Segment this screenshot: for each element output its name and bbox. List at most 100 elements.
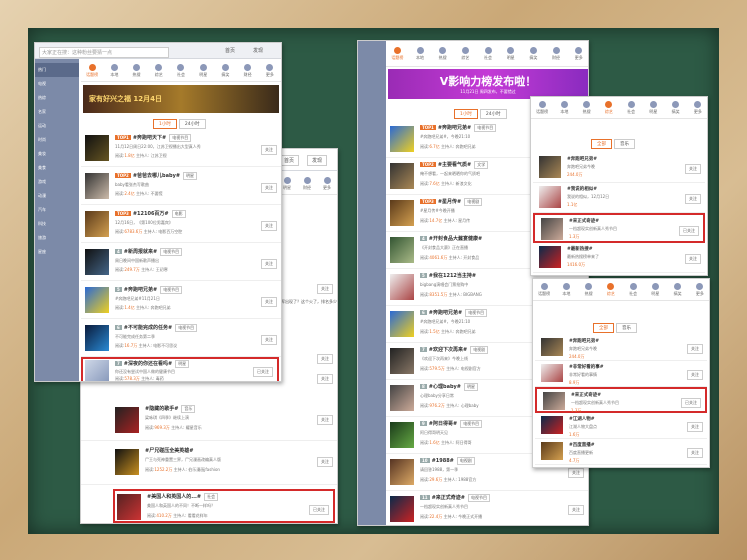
category-tab[interactable]: 本地	[555, 279, 577, 300]
category-tab[interactable]: 更多	[687, 97, 707, 118]
list-item[interactable]: TOP3 #12106百万# 电影 12月16日，《第100位男嘉宾》 阅读:678…	[81, 207, 281, 243]
follow-button[interactable]: 关注	[687, 422, 703, 432]
category-tab[interactable]: 话题榜	[531, 97, 553, 118]
tab-1-hour[interactable]: 1小时	[153, 119, 177, 129]
follow-button[interactable]: 关注	[261, 221, 277, 231]
category-tab[interactable]: 搞笑	[214, 60, 236, 81]
sidebar-item[interactable]: 游戏	[35, 175, 79, 189]
promo-banner[interactable]: 家有好兴之福 12月4日	[83, 85, 279, 113]
category-tab[interactable]: 热搜	[431, 41, 454, 66]
list-item[interactable]: 4 #新周报就来# 电视节目 周日晚间中国新歌声播出 阅读:249.7万 主持人: …	[81, 245, 281, 281]
follow-button[interactable]: 关注	[261, 259, 277, 269]
followed-button[interactable]: 已关注	[679, 226, 699, 236]
sidebar-item[interactable]: 电视	[35, 77, 79, 91]
sidebar-item[interactable]: 美食	[35, 161, 79, 175]
list-item[interactable]: #百度直播# 百度直播更新 4.7万 关注	[535, 439, 707, 465]
highlighted-list-item[interactable]: #来正式奇迹# 一档超现实创新真人秀节目 1.3万 已关注	[533, 213, 705, 243]
category-tab[interactable]: 更多	[567, 41, 588, 66]
tab-24-hours[interactable]: 24小时	[479, 109, 507, 119]
category-tab[interactable]: 搞笑	[665, 97, 687, 118]
follow-button[interactable]: 关注	[317, 415, 333, 425]
sidebar-item[interactable]: 时尚	[35, 133, 79, 147]
category-tab[interactable]: 明星	[644, 279, 666, 300]
list-item[interactable]: #非常好看的事# 非常好看的事情 8.9万 关注	[535, 361, 707, 387]
search-input[interactable]: 大家正在搜：这种粉丝要猜一点	[39, 47, 169, 58]
category-tab[interactable]: 话题榜	[386, 41, 409, 66]
followed-button[interactable]: 已关注	[681, 398, 701, 408]
follow-button[interactable]: 关注	[687, 344, 703, 354]
sidebar-item[interactable]: 美妆	[35, 147, 79, 161]
highlighted-list-item[interactable]: 7 #深夜的你还在看吗# 明星 你还没有尝试中国人做的健康节目 阅读:578.3万 …	[81, 357, 279, 381]
tab-music[interactable]: 音乐	[614, 139, 635, 149]
discover-button[interactable]: 发现	[253, 47, 263, 54]
highlighted-list-item[interactable]: #美国人和英国人的...# 社会 美国人和英国人的不同！不断一样吗？ 阅读:410…	[113, 489, 335, 523]
sidebar-item[interactable]: 名家	[35, 105, 79, 119]
category-tab[interactable]: 明星	[192, 60, 214, 81]
category-tab[interactable]: 社会	[170, 60, 192, 81]
sidebar-item[interactable]: 科技	[35, 217, 79, 231]
follow-button[interactable]: 关注	[685, 194, 701, 204]
category-tab[interactable]: 财经	[237, 60, 259, 81]
tab-1-hour[interactable]: 1小时	[454, 109, 478, 119]
follow-button[interactable]: 关注	[685, 254, 701, 264]
sidebar-item[interactable]: 汽车	[35, 203, 79, 217]
list-item[interactable]: #最新热搜# 最新热搜榜单来了 1416.0万 关注	[533, 243, 705, 273]
list-item[interactable]: #奔跑吧兄弟# 奔跑吧兄弟今晚 244.0万 关注	[535, 335, 707, 361]
list-item[interactable]: #奔跑吧兄弟# 奔跑吧兄弟今晚 244.0万 关注	[533, 153, 705, 183]
list-item[interactable]: #江湖人物# 江湖人物大盘点 1.6万 关注	[535, 413, 707, 439]
follow-button[interactable]: 关注	[261, 297, 277, 307]
category-tab[interactable]: 热搜	[576, 97, 598, 118]
list-item[interactable]: 6 #不可能完成的任务# 电视节目 不可能完成任务第二季 阅读:16.7万 主持人:…	[81, 321, 281, 357]
list-item[interactable]: #隐藏的歌手# 音乐 梁咏琪《四季》继续上演 阅读:969.3万 主持人: 耀星音…	[81, 401, 337, 441]
tab-all[interactable]: 全部	[591, 139, 612, 149]
list-item[interactable]: #我说的相似# 我说的相似，12月12日 1.1亿 关注	[533, 183, 705, 213]
followed-button[interactable]: 已关注	[253, 367, 273, 377]
category-tab[interactable]: 热搜	[578, 279, 600, 300]
follow-button[interactable]: 关注	[687, 370, 703, 380]
tab-music[interactable]: 音乐	[616, 323, 637, 333]
category-tab[interactable]: 搞笑	[522, 41, 545, 66]
category-tab[interactable]: 社会	[477, 41, 500, 66]
follow-button[interactable]: 关注	[317, 374, 333, 384]
list-item[interactable]: TOP2 #爸爸去哪儿baby# 明星 baby看张杰写歌曲 阅读:2.4亿 主持人…	[81, 169, 281, 205]
category-tab[interactable]: 财经	[545, 41, 568, 66]
category-tab[interactable]: 综艺	[454, 41, 477, 66]
influence-ranking-banner[interactable]: V影响力榜发布啦！ 11月21日 周四发布，不要错过	[388, 69, 588, 99]
category-tab[interactable]: 话题榜	[81, 60, 103, 81]
category-tab[interactable]: 本地	[103, 60, 125, 81]
category-tab[interactable]: 财经	[297, 173, 317, 194]
category-tab[interactable]: 搞笑	[667, 279, 689, 300]
follow-button[interactable]: 关注	[317, 284, 333, 294]
sidebar-item[interactable]: 动漫	[35, 189, 79, 203]
follow-button[interactable]: 关注	[568, 505, 584, 515]
category-tab[interactable]: 综艺	[148, 60, 170, 81]
category-tab[interactable]: 本地	[553, 97, 575, 118]
follow-button[interactable]: 关注	[317, 457, 333, 467]
follow-button[interactable]: 关注	[317, 354, 333, 364]
sidebar-item[interactable]: 旅游	[35, 231, 79, 245]
follow-button[interactable]: 关注	[685, 164, 701, 174]
tab-24-hours[interactable]: 24小时	[178, 119, 206, 129]
category-tab[interactable]: 话题榜	[533, 279, 555, 300]
list-item[interactable]: 11 #来正式奇迹# 电视节目 一档超现实创新真人秀节目 阅读:22.4万 主持人: 今…	[386, 491, 588, 525]
discover-button[interactable]: 发现	[307, 155, 328, 166]
category-tab[interactable]: 明星	[499, 41, 522, 66]
followed-button[interactable]: 已关注	[309, 505, 329, 515]
home-button[interactable]: 首页	[279, 155, 300, 166]
sidebar-item[interactable]: 热综	[35, 91, 79, 105]
category-tab[interactable]: 综艺	[600, 279, 622, 300]
category-tab[interactable]: 更多	[259, 60, 281, 81]
follow-button[interactable]: 关注	[687, 448, 703, 458]
sidebar-item[interactable]: 星座	[35, 245, 79, 259]
list-item[interactable]: 5 #奔跑吧兄弟# 电视节目 #奔跑吧兄弟#11月21日 阅读:1.4亿 主持人: …	[81, 283, 281, 319]
category-tab[interactable]: 明星	[642, 97, 664, 118]
sidebar-item[interactable]: 热门	[35, 63, 79, 77]
list-item[interactable]: #尸兄碰压全美英雄# 尸王与死神重置三界，尸兄漫画改编真人版 阅读:1252.2…	[81, 443, 337, 485]
follow-button[interactable]: 关注	[568, 468, 584, 478]
category-tab[interactable]: 热搜	[125, 60, 147, 81]
follow-button[interactable]: 关注	[261, 335, 277, 345]
follow-button[interactable]: 关注	[261, 183, 277, 193]
tab-all[interactable]: 全部	[593, 323, 614, 333]
sidebar-item[interactable]: 运动	[35, 119, 79, 133]
category-tab[interactable]: 社会	[620, 97, 642, 118]
